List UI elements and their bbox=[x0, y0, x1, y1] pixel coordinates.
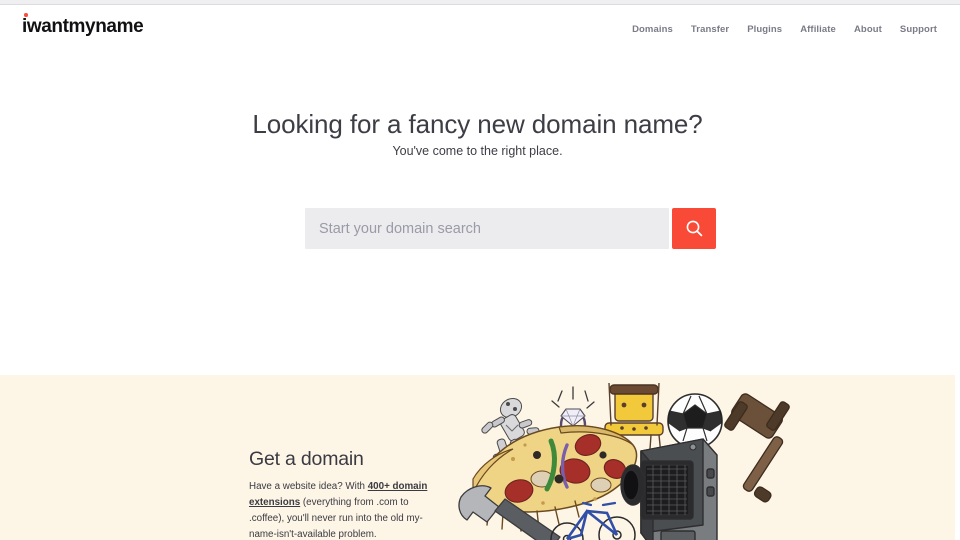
nav-link-affiliate[interactable]: Affiliate bbox=[800, 24, 836, 35]
feature-copy: Get a domain Have a website idea? With 4… bbox=[249, 448, 439, 540]
page-canvas: iwantmyname Domains Transfer Plugins Aff… bbox=[0, 5, 955, 540]
nav-link-support[interactable]: Support bbox=[900, 24, 937, 35]
nav-link-transfer[interactable]: Transfer bbox=[691, 24, 729, 35]
logo-accent-dot bbox=[24, 13, 28, 17]
hero-subtitle: You've come to the right place. bbox=[392, 144, 563, 158]
feature-section: Get a domain Have a website idea? With 4… bbox=[0, 375, 955, 540]
nav-link-about[interactable]: About bbox=[854, 24, 882, 35]
feature-illustration bbox=[455, 383, 795, 540]
main-navigation: Domains Transfer Plugins Affiliate About… bbox=[632, 24, 937, 35]
feature-body: Have a website idea? With 400+ domain ex… bbox=[249, 479, 439, 540]
feature-title: Get a domain bbox=[249, 448, 364, 470]
site-logo[interactable]: iwantmyname bbox=[22, 13, 144, 37]
feature-body-part-1: Have a website idea? With bbox=[249, 481, 368, 493]
search-input[interactable] bbox=[305, 208, 669, 249]
nav-link-domains[interactable]: Domains bbox=[632, 24, 673, 35]
hero-section: Looking for a fancy new domain name? You… bbox=[0, 53, 955, 375]
domain-search-form bbox=[305, 208, 716, 249]
nav-link-plugins[interactable]: Plugins bbox=[747, 24, 782, 35]
logo-text: iwantmyname bbox=[22, 16, 144, 37]
search-icon bbox=[686, 220, 702, 237]
site-header: iwantmyname Domains Transfer Plugins Aff… bbox=[0, 5, 955, 53]
gavel-icon bbox=[724, 393, 790, 503]
page-title: Looking for a fancy new domain name? bbox=[252, 109, 703, 139]
search-button[interactable] bbox=[672, 208, 716, 249]
